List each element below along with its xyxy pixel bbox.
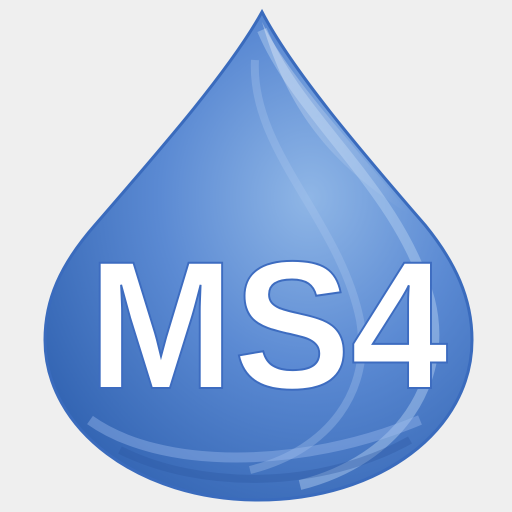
logo-text: MS4 <box>88 223 448 427</box>
app-icon-canvas: MS4 <box>0 0 512 512</box>
water-drop-icon: MS4 <box>0 0 512 512</box>
